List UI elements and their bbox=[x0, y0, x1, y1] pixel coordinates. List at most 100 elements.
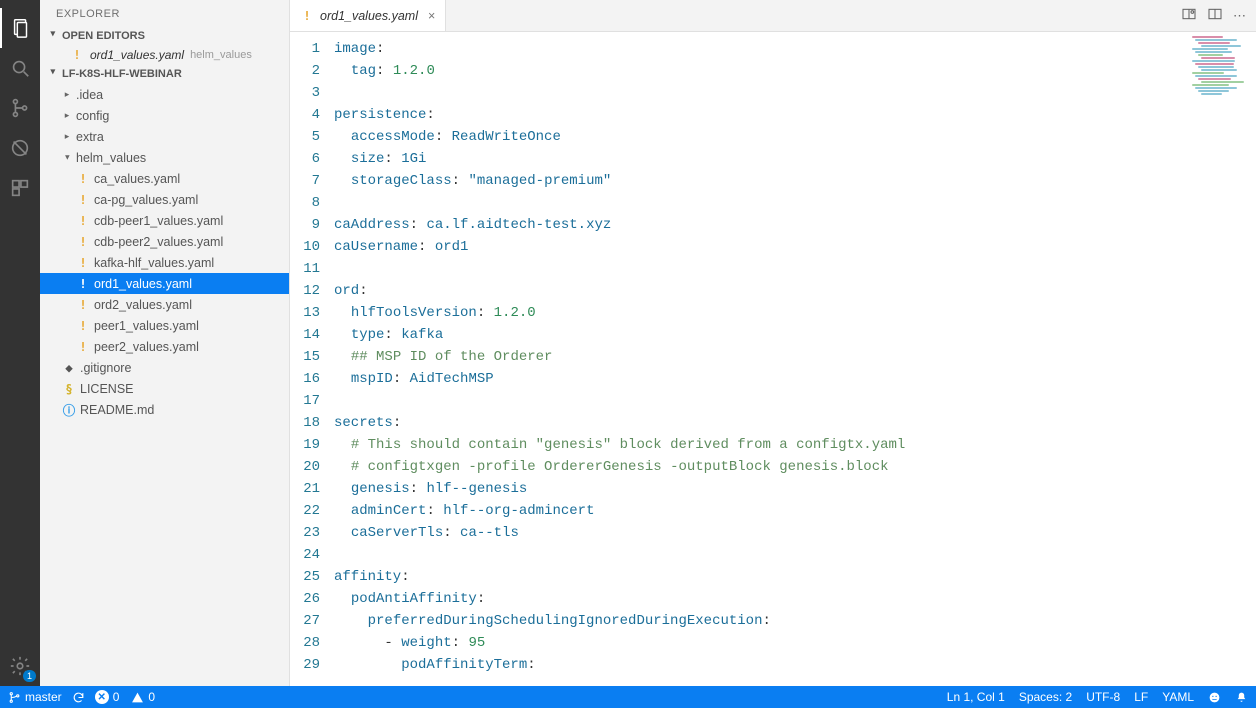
chevron-icon bbox=[62, 110, 72, 121]
open-editors-header[interactable]: OPEN EDITORS bbox=[40, 26, 289, 46]
code-line[interactable] bbox=[334, 258, 1256, 280]
file-row[interactable]: !kafka-hlf_values.yaml bbox=[40, 252, 289, 273]
code-line[interactable]: size: 1Gi bbox=[334, 148, 1256, 170]
file-name: ord2_values.yaml bbox=[94, 298, 192, 312]
file-name: peer2_values.yaml bbox=[94, 340, 199, 354]
code-line[interactable]: genesis: hlf--genesis bbox=[334, 478, 1256, 500]
code-line[interactable]: ord: bbox=[334, 280, 1256, 302]
folder-name: config bbox=[76, 109, 109, 123]
file-name: cdb-peer2_values.yaml bbox=[94, 235, 223, 249]
code-line[interactable]: image: bbox=[334, 38, 1256, 60]
indentation[interactable]: Spaces: 2 bbox=[1019, 690, 1072, 704]
file-icon: ! bbox=[76, 297, 90, 312]
file-icon: ! bbox=[76, 234, 90, 249]
code-line[interactable]: tag: 1.2.0 bbox=[334, 60, 1256, 82]
code-line[interactable] bbox=[334, 192, 1256, 214]
code-line[interactable]: - weight: 95 bbox=[334, 632, 1256, 654]
minimap[interactable] bbox=[1192, 36, 1252, 96]
file-name: README.md bbox=[80, 403, 154, 417]
notifications-icon[interactable] bbox=[1235, 690, 1248, 704]
code-line[interactable]: preferredDuringSchedulingIgnoredDuringEx… bbox=[334, 610, 1256, 632]
folder-name: .idea bbox=[76, 88, 103, 102]
more-icon[interactable]: ⋯ bbox=[1233, 8, 1246, 24]
file-icon: ⓘ bbox=[62, 400, 76, 419]
chevron-icon bbox=[62, 131, 72, 142]
code-line[interactable] bbox=[334, 544, 1256, 566]
folder-row[interactable]: config bbox=[40, 105, 289, 126]
file-name: LICENSE bbox=[80, 382, 134, 396]
folder-row[interactable]: .idea bbox=[40, 84, 289, 105]
folder-row[interactable]: extra bbox=[40, 126, 289, 147]
extensions-icon[interactable] bbox=[0, 168, 40, 208]
file-name: cdb-peer1_values.yaml bbox=[94, 214, 223, 228]
git-branch[interactable]: master bbox=[8, 690, 62, 704]
code-line[interactable]: secrets: bbox=[334, 412, 1256, 434]
file-row[interactable]: !ca_values.yaml bbox=[40, 168, 289, 189]
feedback-icon[interactable] bbox=[1208, 690, 1221, 704]
close-icon[interactable]: × bbox=[424, 9, 435, 23]
file-icon: ! bbox=[76, 192, 90, 207]
file-row[interactable]: !ca-pg_values.yaml bbox=[40, 189, 289, 210]
code-line[interactable]: caServerTls: ca--tls bbox=[334, 522, 1256, 544]
open-editor-item[interactable]: !ord1_values.yaml helm_values bbox=[40, 46, 289, 64]
file-row[interactable]: !cdb-peer1_values.yaml bbox=[40, 210, 289, 231]
source-control-icon[interactable] bbox=[0, 88, 40, 128]
code-line[interactable] bbox=[334, 390, 1256, 412]
tab-bar: ! ord1_values.yaml × ⋯ bbox=[290, 0, 1256, 32]
code-scroll[interactable]: 1234567891011121314151617181920212223242… bbox=[290, 32, 1256, 686]
code-line[interactable]: # This should contain "genesis" block de… bbox=[334, 434, 1256, 456]
code-line[interactable]: mspID: AidTechMSP bbox=[334, 368, 1256, 390]
code-line[interactable]: podAffinityTerm: bbox=[334, 654, 1256, 676]
code-line[interactable]: type: kafka bbox=[334, 324, 1256, 346]
file-row[interactable]: !peer1_values.yaml bbox=[40, 315, 289, 336]
code-line[interactable]: adminCert: hlf--org-admincert bbox=[334, 500, 1256, 522]
branch-name: master bbox=[25, 690, 62, 704]
file-icon: § bbox=[62, 381, 76, 396]
main-area: EXPLORER OPEN EDITORS !ord1_values.yaml … bbox=[0, 0, 1256, 686]
file-row[interactable]: ⓘ README.md bbox=[40, 399, 289, 420]
file-row[interactable]: ! peer2_values.yaml bbox=[40, 336, 289, 357]
settings-icon[interactable] bbox=[0, 646, 40, 686]
encoding[interactable]: UTF-8 bbox=[1086, 690, 1120, 704]
folder-row[interactable]: helm_values bbox=[40, 147, 289, 168]
code-line[interactable]: caAddress: ca.lf.aidtech-test.xyz bbox=[334, 214, 1256, 236]
debug-icon[interactable] bbox=[0, 128, 40, 168]
editor-area: ! ord1_values.yaml × ⋯ 12345678910111213… bbox=[290, 0, 1256, 686]
file-icon: ! bbox=[76, 339, 90, 354]
file-row[interactable]: ! ord2_values.yaml bbox=[40, 294, 289, 315]
code-line[interactable]: ## MSP ID of the Orderer bbox=[334, 346, 1256, 368]
code-lines[interactable]: image: tag: 1.2.0 persistence: accessMode… bbox=[334, 32, 1256, 682]
code-line[interactable]: accessMode: ReadWriteOnce bbox=[334, 126, 1256, 148]
project-header[interactable]: LF-K8S-HLF-WEBINAR bbox=[40, 64, 289, 84]
file-name: ord1_values.yaml bbox=[94, 277, 192, 291]
code-line[interactable]: persistence: bbox=[334, 104, 1256, 126]
code-line[interactable]: caUsername: ord1 bbox=[334, 236, 1256, 258]
warning-count: 0 bbox=[148, 690, 155, 704]
code-line[interactable]: podAntiAffinity: bbox=[334, 588, 1256, 610]
file-row[interactable]: ! cdb-peer2_values.yaml bbox=[40, 231, 289, 252]
explorer-icon[interactable] bbox=[0, 8, 40, 48]
editor-tab[interactable]: ! ord1_values.yaml × bbox=[290, 0, 446, 31]
search-icon[interactable] bbox=[0, 48, 40, 88]
file-icon: ! bbox=[70, 48, 84, 62]
error-icon: ✕ bbox=[95, 690, 109, 704]
sidebar: EXPLORER OPEN EDITORS !ord1_values.yaml … bbox=[40, 0, 290, 686]
code-line[interactable]: affinity: bbox=[334, 566, 1256, 588]
file-row[interactable]: ◆.gitignore bbox=[40, 357, 289, 378]
code-line[interactable]: # configtxgen -profile OrdererGenesis -o… bbox=[334, 456, 1256, 478]
code-line[interactable]: hlfToolsVersion: 1.2.0 bbox=[334, 302, 1256, 324]
chevron-icon bbox=[62, 89, 72, 100]
file-row[interactable]: § LICENSE bbox=[40, 378, 289, 399]
code-line[interactable]: storageClass: "managed-premium" bbox=[334, 170, 1256, 192]
problems[interactable]: ✕ 0 0 bbox=[95, 690, 155, 704]
sync-icon[interactable] bbox=[72, 691, 85, 704]
split-preview-icon[interactable] bbox=[1181, 6, 1197, 25]
split-editor-icon[interactable] bbox=[1207, 6, 1223, 25]
eol[interactable]: LF bbox=[1134, 690, 1148, 704]
language-mode[interactable]: YAML bbox=[1162, 690, 1194, 704]
cursor-position[interactable]: Ln 1, Col 1 bbox=[947, 690, 1005, 704]
file-row[interactable]: !ord1_values.yaml bbox=[40, 273, 289, 294]
file-tree: .idea config extrahelm_values!ca_values.ya… bbox=[40, 84, 289, 420]
open-editor-filename: ord1_values.yaml bbox=[90, 48, 184, 62]
code-line[interactable] bbox=[334, 82, 1256, 104]
